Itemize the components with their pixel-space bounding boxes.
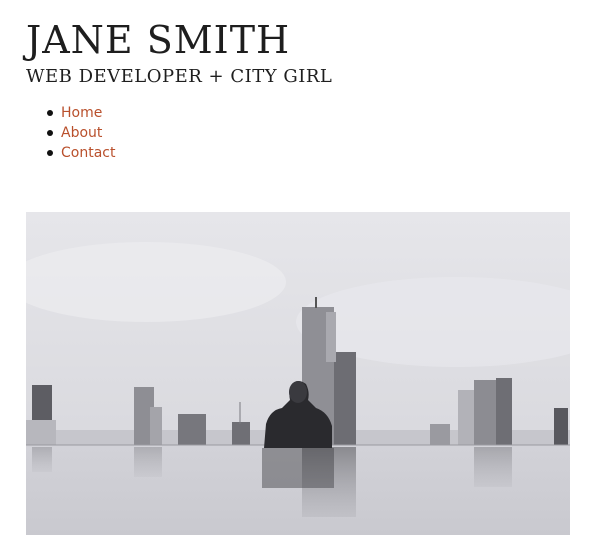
nav-item-home: Home	[26, 103, 115, 123]
nav-link-about[interactable]: About	[61, 125, 102, 141]
hero-image	[26, 212, 570, 535]
nav-link-home[interactable]: Home	[61, 105, 102, 121]
nav-item-contact: Contact	[26, 143, 115, 163]
nav-link-contact[interactable]: Contact	[61, 145, 115, 161]
site-title: JANE SMITH	[26, 18, 291, 62]
site-tagline: WEB DEVELOPER + CITY GIRL	[26, 66, 333, 87]
bullet-icon	[47, 150, 53, 156]
nav-item-about: About	[26, 123, 115, 143]
main-nav: Home About Contact	[26, 103, 115, 163]
bullet-icon	[47, 130, 53, 136]
bullet-icon	[47, 110, 53, 116]
